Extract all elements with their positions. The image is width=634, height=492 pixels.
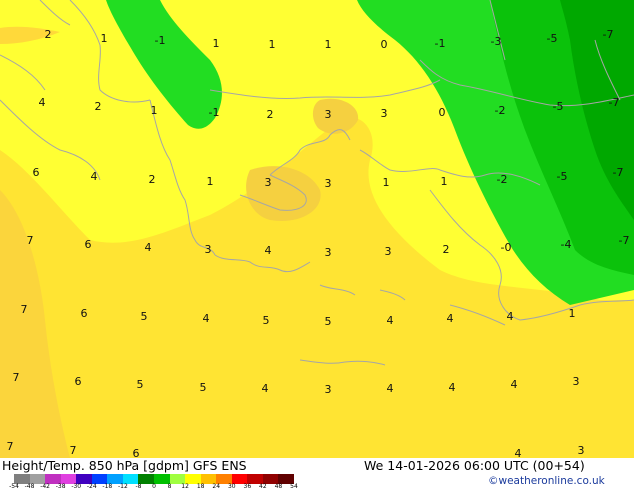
- contour-label: 4: [447, 312, 454, 325]
- contour-label: 2: [45, 28, 52, 41]
- colorbar-tick-label: -42: [40, 483, 51, 490]
- contour-label: -1: [155, 34, 166, 47]
- colorbar-tick-label: -48: [24, 483, 35, 490]
- contour-label: 3: [265, 176, 272, 189]
- contour-label: 3: [573, 375, 580, 388]
- weather-map: 2 1 -1 1 1 1 0 -1 -3 -5 -7 4 2 1 -1 2 3 …: [0, 0, 634, 458]
- contour-label: 7: [70, 444, 77, 457]
- contour-label: -7: [619, 234, 630, 247]
- contour-label: 2: [267, 108, 274, 121]
- contour-label: 3: [385, 245, 392, 258]
- contour-label: 5: [263, 314, 270, 327]
- contour-label: -7: [609, 96, 620, 109]
- contour-label: 7: [13, 371, 20, 384]
- map-footer: Height/Temp. 850 hPa [gdpm] GFS ENS We 1…: [0, 458, 634, 490]
- colorbar-tick-label: 54: [290, 483, 298, 490]
- contour-label: 4: [265, 244, 272, 257]
- contour-label: 3: [381, 107, 388, 120]
- contour-label: 4: [387, 314, 394, 327]
- colorbar-tick-label: 48: [274, 483, 283, 490]
- colorbar-tick-label: -38: [55, 483, 66, 490]
- colorbar-tick-label: -54: [9, 483, 19, 490]
- contour-label: 4: [203, 312, 210, 325]
- contour-label: -1: [209, 106, 220, 119]
- map-title: Height/Temp. 850 hPa [gdpm] GFS ENS: [2, 458, 247, 473]
- valid-time: We 14-01-2026 06:00 UTC (00+54): [364, 458, 585, 473]
- contour-label: -3: [491, 35, 502, 48]
- colorbar-tick-label: 30: [227, 483, 236, 490]
- contour-label: 1: [441, 175, 448, 188]
- contour-label: 1: [213, 37, 220, 50]
- contour-label: 1: [101, 32, 108, 45]
- colorbar-tick-label: 42: [259, 483, 267, 490]
- colorbar-tick-label: -24: [86, 483, 97, 490]
- contour-label: 4: [387, 382, 394, 395]
- colorbar-tick-label: 8: [167, 483, 172, 490]
- contour-label: 4: [515, 447, 522, 458]
- contour-label: 3: [325, 246, 332, 259]
- contour-label: 2: [443, 243, 450, 256]
- contour-label: 5: [137, 378, 144, 391]
- contour-label: 1: [325, 38, 332, 51]
- contour-label: -0: [501, 241, 512, 254]
- colorbar-tick-label: -30: [71, 483, 82, 490]
- credit-link[interactable]: ©weatheronline.co.uk: [488, 475, 605, 487]
- contour-label: 7: [7, 440, 14, 453]
- contour-label: 1: [151, 104, 158, 117]
- contour-label: -2: [497, 173, 508, 186]
- contour-label: 5: [200, 381, 207, 394]
- colorbar-tick-label: 24: [212, 483, 221, 490]
- contour-label: 4: [507, 310, 514, 323]
- contour-label: -4: [561, 238, 572, 251]
- colorbar-tick-label: -12: [117, 483, 128, 490]
- colorbar-tick-label: -8: [135, 483, 142, 490]
- contour-label: -7: [603, 28, 614, 41]
- contour-label: 2: [95, 100, 102, 113]
- colorbar-tick-label: 18: [196, 483, 205, 490]
- contour-label: 3: [325, 108, 332, 121]
- contour-label: 0: [439, 106, 446, 119]
- colorbar-tick-label: -18: [102, 483, 113, 490]
- contour-label: 6: [133, 447, 140, 458]
- contour-label: 4: [145, 241, 152, 254]
- contour-label: 7: [21, 303, 28, 316]
- contour-label: 0: [381, 38, 388, 51]
- contour-label: 6: [33, 166, 40, 179]
- contour-label: 5: [325, 315, 332, 328]
- colorbar-tick-label: 0: [152, 483, 156, 490]
- colorbar-tick-label: 12: [181, 483, 189, 490]
- contour-label: 5: [141, 310, 148, 323]
- contour-label: 6: [75, 375, 82, 388]
- contour-label: -5: [557, 170, 568, 183]
- colorbar-ticks: -54 -48 -42 -38 -30 -24 -18 -12 -8 0 8 12 18 24 30 36 42…: [9, 483, 304, 492]
- contour-label: 4: [449, 381, 456, 394]
- contour-label: -5: [547, 32, 558, 45]
- contour-label: -1: [435, 37, 446, 50]
- contour-label: 3: [205, 243, 212, 256]
- contour-label: 1: [207, 175, 214, 188]
- contour-label: 6: [85, 238, 92, 251]
- contour-label: 3: [325, 383, 332, 396]
- contour-label: 2: [149, 173, 156, 186]
- colorbar-tick-label: 36: [243, 483, 252, 490]
- contour-label: 3: [578, 444, 585, 457]
- contour-label: 4: [262, 382, 269, 395]
- contour-label: 1: [569, 307, 576, 320]
- contour-label: -2: [495, 104, 506, 117]
- contour-label: 6: [81, 307, 88, 320]
- contour-label: 4: [511, 378, 518, 391]
- contour-label: 1: [383, 176, 390, 189]
- contour-label: -7: [613, 166, 624, 179]
- contour-label: 7: [27, 234, 34, 247]
- contour-label: 1: [269, 38, 276, 51]
- contour-label: -5: [553, 100, 564, 113]
- contour-label: 4: [91, 170, 98, 183]
- contour-label: 4: [39, 96, 46, 109]
- contour-label: 3: [325, 177, 332, 190]
